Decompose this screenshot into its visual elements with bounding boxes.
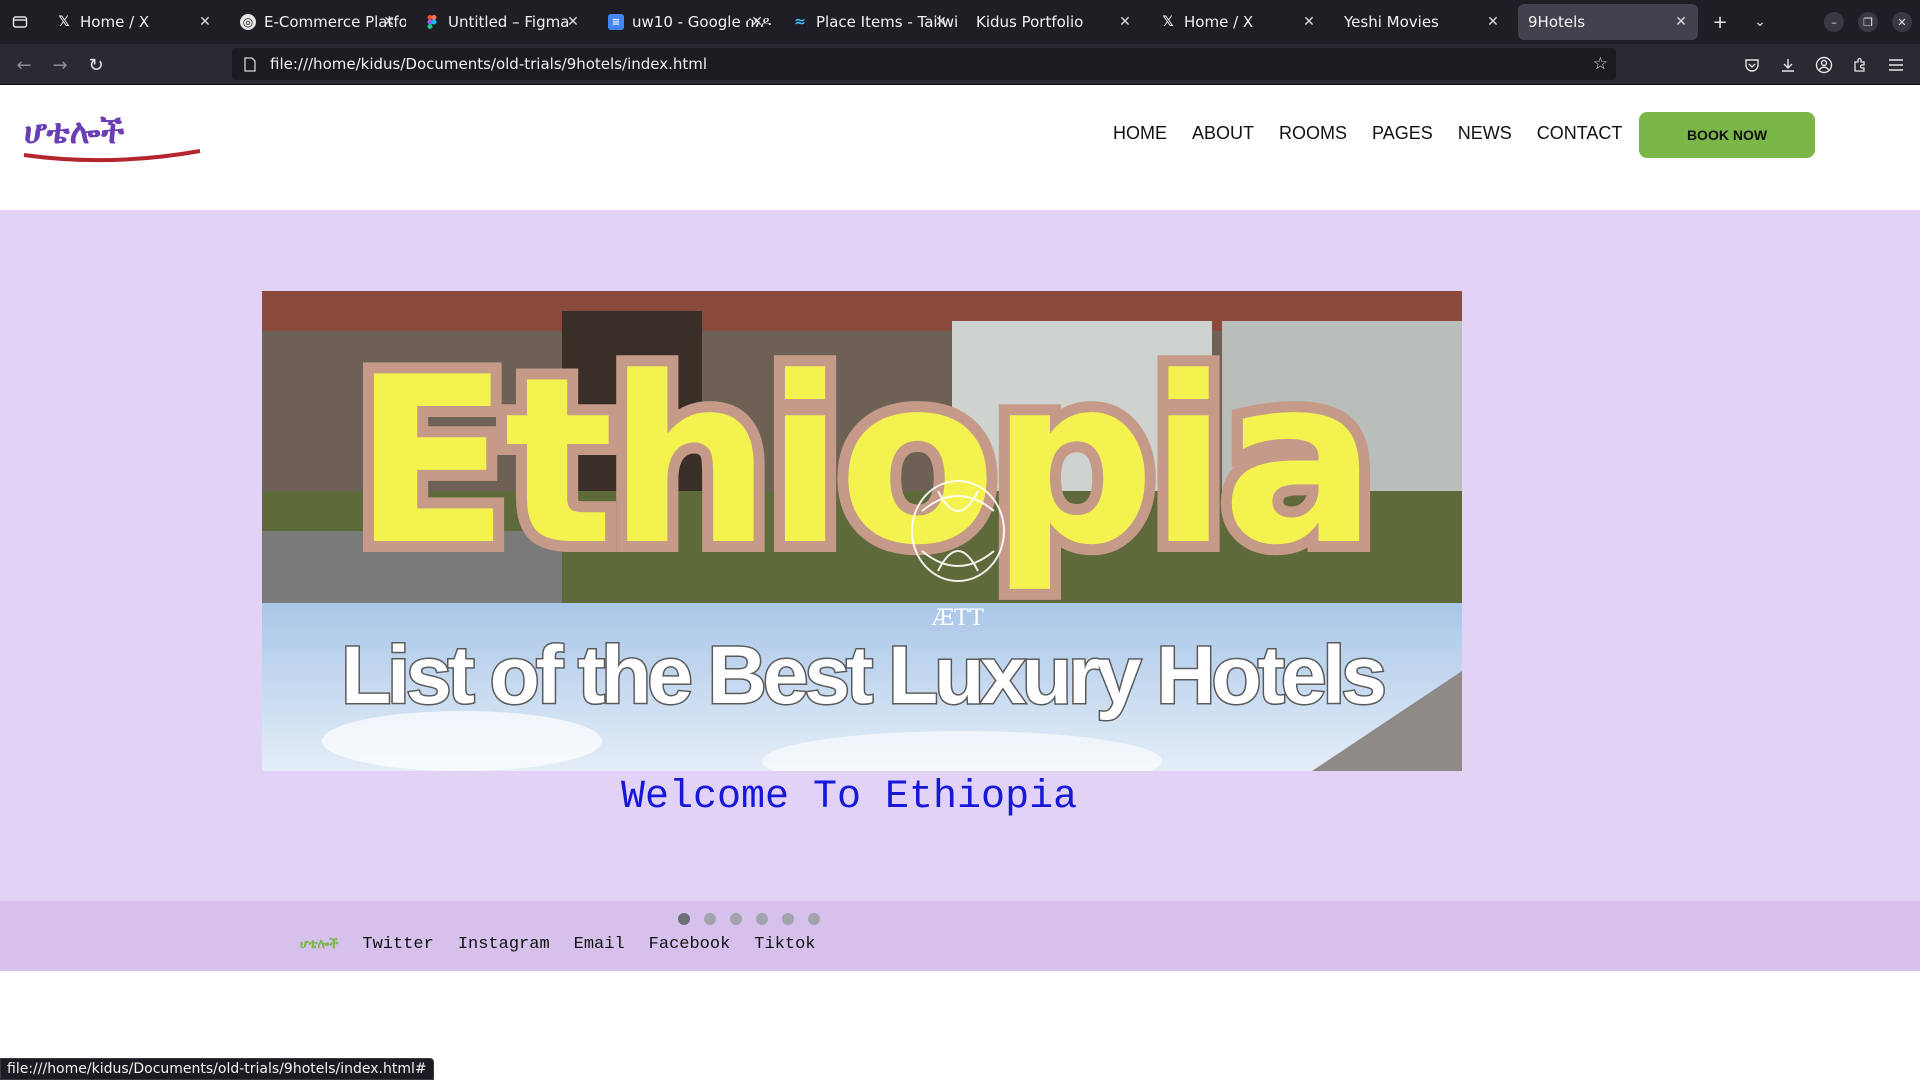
close-icon[interactable]: ✕ [1484, 13, 1502, 31]
slide-headline: Ethiopia [353, 329, 1371, 596]
footer-link-instagram[interactable]: Instagram [458, 935, 550, 954]
address-bar[interactable]: file:///home/kidus/Documents/old-trials/… [232, 48, 1616, 80]
tab-figma[interactable]: Untitled – Figma ✕ [414, 4, 590, 40]
tab-bar: 𝕏 Home / X ✕ ◎ E-Commerce Platfo ✕ Untit… [0, 0, 1920, 44]
tab-tailwind[interactable]: ≈ Place Items - Tailwi ✕ [782, 4, 958, 40]
back-icon[interactable]: ← [12, 53, 36, 77]
carousel-dot[interactable] [730, 913, 742, 925]
tab-google-docs[interactable]: ≡ uw10 - Google ሰነዶ ✕ [598, 4, 774, 40]
main-nav: HOME ABOUT ROOMS PAGES NEWS CONTACT [1113, 123, 1647, 144]
tailwind-icon: ≈ [794, 14, 806, 30]
nav-about[interactable]: ABOUT [1192, 123, 1254, 144]
ecommerce-icon: ◎ [240, 14, 256, 30]
footer-link-tiktok[interactable]: Tiktok [754, 935, 815, 954]
footer-link-email[interactable]: Email [574, 935, 625, 954]
slide-watermark: ÆTT [931, 606, 984, 631]
url-text: file:///home/kidus/Documents/old-trials/… [270, 55, 708, 73]
reload-icon[interactable]: ↻ [84, 53, 108, 77]
close-icon[interactable]: ✕ [1300, 13, 1318, 31]
book-now-button[interactable]: BOOK NOW [1639, 112, 1815, 158]
account-icon[interactable] [1812, 53, 1836, 77]
tab-list-icon[interactable] [8, 10, 32, 34]
tab-home-x-2[interactable]: 𝕏 Home / X ✕ [1150, 4, 1326, 40]
nav-home[interactable]: HOME [1113, 123, 1167, 144]
download-icon[interactable] [1776, 53, 1800, 77]
x-logo-icon: 𝕏 [1162, 14, 1174, 30]
carousel-dot[interactable] [678, 913, 690, 925]
hero-section: Ethiopia ÆTT List of the Best Luxury Hot… [0, 210, 1920, 901]
close-icon[interactable]: ✕ [564, 13, 582, 31]
pocket-icon[interactable] [1740, 53, 1764, 77]
tab-home-x[interactable]: 𝕏 Home / X ✕ [46, 4, 222, 40]
close-icon[interactable]: ✕ [1672, 13, 1690, 31]
x-logo-icon: 𝕏 [58, 14, 70, 30]
tab-yeshi-movies[interactable]: Yeshi Movies ✕ [1334, 4, 1510, 40]
slide-subline: List of the Best Luxury Hotels [341, 630, 1384, 721]
close-window-icon[interactable]: ✕ [1892, 12, 1912, 32]
carousel-dot[interactable] [704, 913, 716, 925]
nav-rooms[interactable]: ROOMS [1279, 123, 1347, 144]
figma-icon [424, 14, 440, 30]
close-icon[interactable]: ✕ [1116, 13, 1134, 31]
minimize-icon[interactable]: – [1824, 12, 1844, 32]
footer-link-twitter[interactable]: Twitter [362, 935, 433, 954]
tab-kidus-portfolio[interactable]: Kidus Portfolio ✕ [966, 4, 1142, 40]
close-icon[interactable]: ✕ [932, 13, 950, 31]
site-footer: ሆቴሎች Twitter Instagram Email Facebook Ti… [0, 901, 1920, 971]
carousel-dot[interactable] [808, 913, 820, 925]
google-docs-icon: ≡ [608, 14, 624, 30]
nav-pages[interactable]: PAGES [1372, 123, 1433, 144]
site-header: ሆቴሎች HOME ABOUT ROOMS PAGES NEWS CONTACT… [0, 85, 1920, 210]
tab-ecommerce[interactable]: ◎ E-Commerce Platfo ✕ [230, 4, 406, 40]
restore-icon[interactable]: ❐ [1858, 12, 1878, 32]
forward-icon[interactable]: → [48, 53, 72, 77]
hero-slide-image: Ethiopia ÆTT List of the Best Luxury Hot… [262, 291, 1462, 771]
carousel-dot[interactable] [756, 913, 768, 925]
page-icon [242, 55, 258, 73]
footer-brand[interactable]: ሆቴሎች [300, 937, 338, 952]
carousel-dots [678, 913, 820, 925]
logo-text: ሆቴሎች [24, 112, 124, 152]
carousel-dot[interactable] [782, 913, 794, 925]
web-page: ሆቴሎች HOME ABOUT ROOMS PAGES NEWS CONTACT… [0, 85, 1920, 1080]
new-tab-icon[interactable]: + [1708, 10, 1732, 34]
tab-9hotels[interactable]: 9Hotels ✕ [1518, 4, 1698, 40]
close-icon[interactable]: ✕ [748, 13, 766, 31]
footer-link-facebook[interactable]: Facebook [649, 935, 731, 954]
menu-icon[interactable] [1884, 53, 1908, 77]
close-icon[interactable]: ✕ [380, 13, 398, 31]
site-logo[interactable]: ሆቴሎች [20, 111, 204, 163]
nav-contact[interactable]: CONTACT [1537, 123, 1623, 144]
browser-toolbar: ← → ↻ file:///home/kidus/Documents/old-t… [0, 44, 1920, 85]
close-icon[interactable]: ✕ [196, 13, 214, 31]
status-bar-url: file:///home/kidus/Documents/old-trials/… [0, 1058, 434, 1080]
extensions-icon[interactable] [1848, 53, 1872, 77]
footer-links: ሆቴሎች Twitter Instagram Email Facebook Ti… [300, 935, 840, 954]
nav-news[interactable]: NEWS [1458, 123, 1512, 144]
welcome-heading: Welcome To Ethiopia [621, 775, 1078, 820]
chevron-down-icon[interactable]: ⌄ [1748, 10, 1772, 34]
bookmark-star-icon[interactable]: ☆ [1593, 54, 1608, 74]
